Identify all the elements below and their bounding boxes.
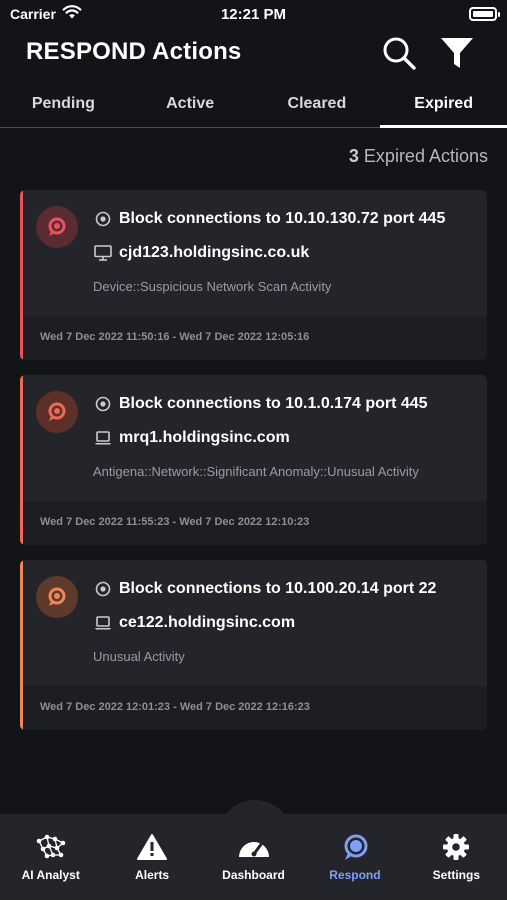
nav-label: AI Analyst — [21, 868, 80, 882]
tab-label: Pending — [31, 95, 95, 112]
model-breach-name: Antigena::Network::Significant Anomaly::… — [93, 464, 419, 479]
action-card[interactable]: Block connections to 10.10.130.72 port 4… — [20, 190, 487, 360]
tab-cleared[interactable]: Cleared — [254, 80, 381, 127]
model-breach-name: Unusual Activity — [93, 649, 185, 664]
time-range: Wed 7 Dec 2022 11:50:16 - Wed 7 Dec 2022… — [23, 316, 487, 360]
tab-label: Cleared — [287, 95, 347, 112]
filter-icon — [441, 38, 473, 68]
target-icon — [93, 394, 113, 414]
tab-bar: Pending Active Cleared Expired — [0, 80, 507, 128]
filter-button[interactable] — [438, 34, 476, 72]
time-range: Wed 7 Dec 2022 11:55:23 - Wed 7 Dec 2022… — [23, 501, 487, 545]
nav-label: Respond — [329, 868, 381, 882]
status-bar: Carrier 12:21 PM — [0, 0, 507, 28]
target-icon — [93, 209, 113, 229]
respond-alert-icon — [36, 206, 78, 248]
action-card[interactable]: Block connections to 10.1.0.174 port 445… — [20, 375, 487, 545]
laptop-icon — [93, 613, 113, 633]
nav-ai-analyst[interactable]: AI Analyst — [0, 814, 101, 900]
tab-pending[interactable]: Pending — [0, 80, 127, 127]
tab-label: Expired — [414, 95, 473, 112]
expired-count: 3 — [348, 146, 359, 166]
gear-icon — [406, 832, 507, 862]
laptop-icon — [93, 428, 113, 448]
nav-label: Dashboard — [222, 868, 285, 882]
device-hostname: ce122.holdingsinc.com — [119, 614, 296, 631]
page-title: RESPOND Actions — [26, 38, 242, 65]
nav-respond[interactable]: Respond — [304, 814, 405, 900]
action-title: Block connections to 10.100.20.14 port 2… — [119, 580, 437, 597]
battery-icon — [469, 7, 500, 21]
tab-active[interactable]: Active — [127, 80, 254, 127]
tab-label: Active — [166, 95, 215, 112]
tab-expired[interactable]: Expired — [380, 80, 507, 128]
alert-triangle-icon — [101, 832, 202, 862]
gauge-icon — [203, 832, 304, 862]
expired-count-summary: 3 Expired Actions — [349, 146, 488, 167]
bottom-nav: AI Analyst Alerts Dashboard Respond Sett… — [0, 814, 507, 900]
action-title: Block connections to 10.10.130.72 port 4… — [119, 210, 446, 227]
nav-alerts[interactable]: Alerts — [101, 814, 202, 900]
time-range: Wed 7 Dec 2022 12:01:23 - Wed 7 Dec 2022… — [23, 686, 487, 730]
search-button[interactable] — [380, 34, 418, 72]
ai-analyst-icon — [0, 832, 101, 862]
nav-dashboard[interactable]: Dashboard — [203, 814, 304, 900]
device-hostname: mrq1.holdingsinc.com — [119, 429, 290, 446]
expired-count-label: Expired Actions — [363, 146, 488, 166]
nav-label: Settings — [432, 868, 480, 882]
nav-settings[interactable]: Settings — [406, 814, 507, 900]
respond-icon — [304, 832, 405, 862]
respond-alert-icon — [36, 391, 78, 433]
app-header: RESPOND Actions — [0, 28, 507, 80]
action-title: Block connections to 10.1.0.174 port 445 — [119, 395, 428, 412]
device-hostname: cjd123.holdingsinc.co.uk — [119, 244, 310, 261]
search-icon — [383, 37, 416, 70]
nav-label: Alerts — [135, 868, 170, 882]
desktop-icon — [93, 243, 113, 263]
status-time: 12:21 PM — [220, 6, 287, 23]
action-card[interactable]: Block connections to 10.100.20.14 port 2… — [20, 560, 487, 730]
target-icon — [93, 579, 113, 599]
respond-alert-icon — [36, 576, 78, 618]
model-breach-name: Device::Suspicious Network Scan Activity — [93, 279, 332, 294]
